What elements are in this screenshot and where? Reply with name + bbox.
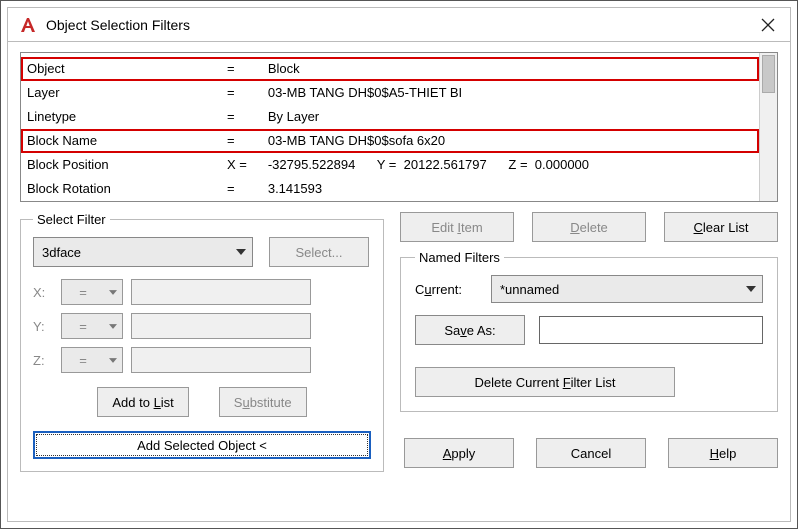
z-op-combo: = (61, 347, 123, 373)
select-filter-group: Select Filter 3dface Select... (20, 212, 384, 472)
chevron-down-icon (104, 290, 122, 295)
clear-list-button[interactable]: Clear List (664, 212, 778, 242)
chevron-down-icon (230, 249, 252, 255)
y-value-input (131, 313, 311, 339)
z-value-input (131, 347, 311, 373)
filter-list[interactable]: Object= BlockLayer= 03-MB TANG DH$0$A5-T… (20, 52, 778, 202)
x-value-input (131, 279, 311, 305)
named-filters-group: Named Filters Current: *unnamed Save As: (400, 250, 778, 412)
chevron-down-icon (740, 286, 762, 292)
filter-row[interactable]: Layer= 03-MB TANG DH$0$A5-THIET BI (21, 81, 759, 105)
filter-type-combo[interactable]: 3dface (33, 237, 253, 267)
edit-item-button: Edit Item (400, 212, 514, 242)
chevron-down-icon (104, 324, 122, 329)
chevron-down-icon (104, 358, 122, 363)
help-button[interactable]: Help (668, 438, 778, 468)
current-label: Current: (415, 282, 477, 297)
filter-type-value: 3dface (34, 245, 230, 260)
y-op-combo: = (61, 313, 123, 339)
current-filter-value: *unnamed (492, 282, 740, 297)
delete-button: Delete (532, 212, 646, 242)
close-icon (761, 18, 775, 32)
apply-button[interactable]: Apply (404, 438, 514, 468)
filter-row[interactable]: Object= Block (21, 57, 759, 81)
named-filters-legend: Named Filters (415, 250, 504, 265)
select-button: Select... (269, 237, 369, 267)
filter-row[interactable]: Block PositionX = -32795.522894 Y = 2012… (21, 153, 759, 177)
filter-row[interactable]: Block Rotation= 3.141593 (21, 177, 759, 201)
cancel-button[interactable]: Cancel (536, 438, 646, 468)
current-filter-combo[interactable]: *unnamed (491, 275, 763, 303)
add-selected-object-button[interactable]: Add Selected Object < (33, 431, 371, 459)
x-op-combo: = (61, 279, 123, 305)
y-label: Y: (33, 319, 53, 334)
close-button[interactable] (746, 8, 790, 42)
filter-row[interactable]: Linetype= By Layer (21, 105, 759, 129)
x-label: X: (33, 285, 53, 300)
add-to-list-button[interactable]: Add to List (97, 387, 188, 417)
save-as-input[interactable] (539, 316, 763, 344)
substitute-button: Substitute (219, 387, 307, 417)
scroll-thumb[interactable] (762, 55, 775, 93)
filter-row[interactable]: Block Name= 03-MB TANG DH$0$sofa 6x20 (21, 129, 759, 153)
scrollbar[interactable] (759, 53, 777, 201)
save-as-button[interactable]: Save As: (415, 315, 525, 345)
app-icon (18, 15, 38, 35)
window-title: Object Selection Filters (46, 17, 746, 33)
select-filter-legend: Select Filter (33, 212, 110, 227)
delete-current-filter-button[interactable]: Delete Current Filter List (415, 367, 675, 397)
z-label: Z: (33, 353, 53, 368)
